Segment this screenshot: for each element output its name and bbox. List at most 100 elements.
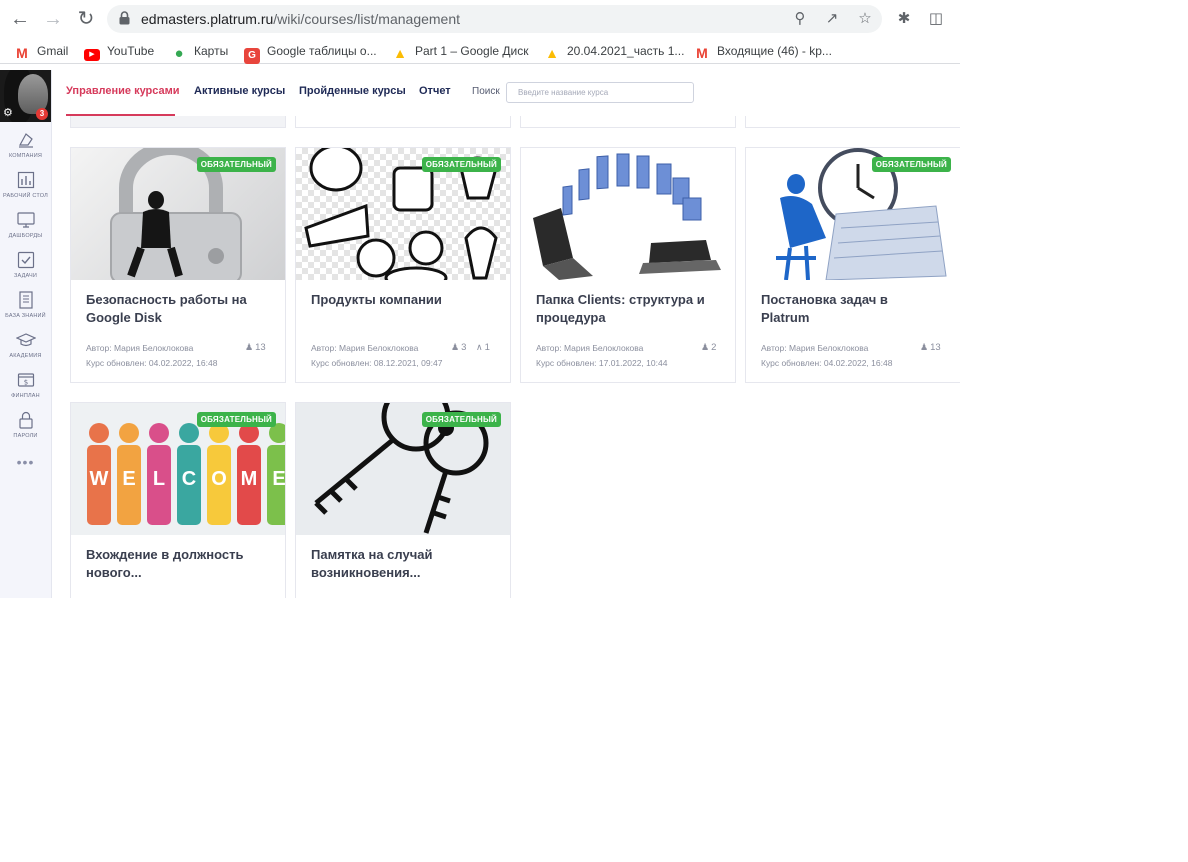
- course-card[interactable]: ОБЯЗАТЕЛЬНЫЙ Памятка на случай возникнов…: [295, 402, 511, 598]
- drive-icon: ▲: [545, 45, 559, 61]
- sidebar-item-finplan[interactable]: $ ФИНПЛАН: [0, 370, 51, 408]
- welcome-figure: L: [147, 423, 171, 525]
- app-sidebar: ⚙ 3 КОМПАНИЯ РАБОЧИЙ СТОЛ ДАШБОРДЫ ЗАДАЧ…: [0, 70, 52, 598]
- course-updated: Курс обновлен: 17.01.2022, 10:44: [536, 358, 668, 368]
- welcome-figure: W: [87, 423, 111, 525]
- lock-icon: [119, 11, 130, 25]
- required-badge: ОБЯЗАТЕЛЬНЫЙ: [196, 157, 276, 172]
- bookmarks-bar: M Gmail ▶ YouTube ● Карты G Google таблицы о…: [0, 38, 960, 64]
- gmail-icon: M: [696, 45, 708, 61]
- share-icon[interactable]: ↗: [823, 10, 841, 28]
- course-title[interactable]: Вхождение в должность нового...: [86, 546, 256, 582]
- sidebar-item-academy[interactable]: АКАДЕМИЯ: [0, 330, 51, 368]
- tab-report[interactable]: Отчет: [419, 85, 451, 97]
- document-icon: [18, 291, 33, 309]
- users-count: ♟ 3: [451, 342, 467, 353]
- browser-viewport: ← → ↻ edmasters.platrum.ru/wiki/courses/…: [0, 0, 960, 598]
- sidebar-item-desktop[interactable]: РАБОЧИЙ СТОЛ: [0, 170, 51, 208]
- bookmark-maps[interactable]: ● Карты: [171, 42, 228, 62]
- course-card[interactable]: WELCOME ОБЯЗАТЕЛЬНЫЙ Вхождение в должнос…: [70, 402, 286, 598]
- avatar[interactable]: ⚙ 3: [0, 70, 51, 122]
- gmail-icon: M: [16, 45, 28, 61]
- course-card[interactable]: ОБЯЗАТЕЛЬНЫЙ Постановка задач в Platrum …: [745, 147, 960, 383]
- users-icon: ♟: [451, 342, 460, 352]
- forward-icon[interactable]: →: [42, 8, 64, 30]
- lock-icon: [18, 411, 33, 429]
- finance-icon: $: [17, 373, 34, 387]
- welcome-letter: W: [90, 468, 109, 490]
- bookmark-drive-part1[interactable]: ▲ Part 1 – Google Диск: [392, 42, 528, 61]
- course-author: Автор: Мария Белоклокова: [311, 343, 419, 353]
- course-author: Автор: Мария Белоклокова: [536, 343, 644, 353]
- search-input[interactable]: [506, 82, 694, 103]
- sidebar-item-dashboards[interactable]: ДАШБОРДЫ: [0, 210, 51, 248]
- tab-manage-courses[interactable]: Управление курсами: [66, 85, 180, 97]
- tab-completed-courses[interactable]: Пройденные курсы: [299, 85, 406, 97]
- file-transfer-illustration: [533, 153, 721, 280]
- users-icon: ♟: [701, 342, 710, 352]
- back-icon[interactable]: ←: [9, 8, 31, 30]
- welcome-letter: E: [122, 468, 135, 490]
- settings-gear-icon[interactable]: ⚙: [3, 106, 13, 119]
- required-badge: ОБЯЗАТЕЛЬНЫЙ: [196, 412, 276, 427]
- welcome-letter: O: [211, 468, 227, 490]
- required-badge: ОБЯЗАТЕЛЬНЫЙ: [421, 412, 501, 427]
- course-title[interactable]: Продукты компании: [311, 291, 481, 309]
- course-updated: Курс обновлен: 04.02.2022, 16:48: [86, 358, 218, 368]
- course-thumbnail: [521, 148, 735, 280]
- reload-icon[interactable]: ↻: [75, 8, 97, 30]
- welcome-figure: E: [117, 423, 141, 525]
- courses-nav: Управление курсами Активные курсы Пройде…: [52, 70, 960, 116]
- previous-row-card: [295, 116, 511, 128]
- course-updated: Курс обновлен: 04.02.2022, 16:48: [761, 358, 893, 368]
- youtube-icon: ▶: [84, 49, 100, 61]
- course-title[interactable]: Постановка задач в Platrum: [761, 291, 931, 327]
- zoom-icon[interactable]: ⚲: [791, 10, 809, 28]
- bookmark-inbox[interactable]: M Входящие (46) - kp...: [694, 42, 832, 61]
- course-title[interactable]: Папка Clients: структура и процедура: [536, 291, 706, 327]
- more-icon[interactable]: •••: [0, 454, 51, 470]
- course-thumbnail: ОБЯЗАТЕЛЬНЫЙ: [746, 148, 960, 280]
- notification-badge: 3: [36, 108, 48, 120]
- bookmark-sheets[interactable]: G Google таблицы о...: [244, 42, 377, 64]
- bookmark-youtube[interactable]: ▶ YouTube: [84, 42, 154, 61]
- bookmark-star-icon[interactable]: ☆: [856, 10, 874, 28]
- welcome-letter: L: [153, 468, 165, 490]
- sidebar-item-knowledge-base[interactable]: БАЗА ЗНАНИЙ: [0, 290, 51, 328]
- course-card[interactable]: Папка Clients: структура и процедура Авт…: [520, 147, 736, 383]
- course-thumbnail: WELCOME ОБЯЗАТЕЛЬНЫЙ: [71, 403, 285, 535]
- tab-active-courses[interactable]: Активные курсы: [194, 85, 285, 97]
- course-title[interactable]: Памятка на случай возникновения...: [311, 546, 481, 582]
- browser-toolbar: ← → ↻ edmasters.platrum.ru/wiki/courses/…: [0, 0, 960, 38]
- sidebar-item-tasks[interactable]: ЗАДАЧИ: [0, 250, 51, 288]
- users-icon: ♟: [245, 342, 254, 352]
- users-count: ♟ 2: [701, 342, 717, 353]
- company-icon: [18, 133, 33, 148]
- passed-count: ∧ 1: [476, 342, 490, 353]
- previous-row-card: [745, 116, 960, 128]
- side-panel-icon[interactable]: ◫: [926, 9, 946, 29]
- course-author: Автор: Мария Белоклокова: [761, 343, 869, 353]
- welcome-figure: M: [237, 423, 261, 525]
- extensions-icon[interactable]: ✱: [894, 9, 914, 29]
- required-badge: ОБЯЗАТЕЛЬНЫЙ: [871, 157, 951, 172]
- course-title[interactable]: Безопасность работы на Google Disk: [86, 291, 256, 327]
- welcome-letter: E: [272, 468, 285, 490]
- course-thumbnail: ОБЯЗАТЕЛЬНЫЙ: [71, 148, 285, 280]
- bookmark-gmail[interactable]: M Gmail: [14, 42, 68, 61]
- sidebar-item-company[interactable]: КОМПАНИЯ: [0, 130, 51, 168]
- maps-pin-icon: ●: [174, 45, 184, 62]
- address-bar[interactable]: edmasters.platrum.ru/wiki/courses/list/m…: [107, 5, 882, 33]
- previous-row-card: [520, 116, 736, 128]
- users-count: ♟ 13: [245, 342, 266, 353]
- users-icon: ♟: [920, 342, 929, 352]
- course-card[interactable]: ОБЯЗАТЕЛЬНЫЙ Безопасность работы на Goog…: [70, 147, 286, 383]
- required-badge: ОБЯЗАТЕЛЬНЫЙ: [421, 157, 501, 172]
- graduation-cap-icon: [15, 333, 36, 347]
- bookmark-drive-2021[interactable]: ▲ 20.04.2021_часть 1...: [544, 42, 684, 61]
- welcome-figure: O: [207, 423, 231, 525]
- course-card[interactable]: ОБЯЗАТЕЛЬНЫЙ Продукты компании Автор: Ма…: [295, 147, 511, 383]
- sidebar-item-passwords[interactable]: ПАРОЛИ: [0, 410, 51, 448]
- previous-row-card: [70, 116, 286, 128]
- svg-text:$: $: [23, 379, 27, 387]
